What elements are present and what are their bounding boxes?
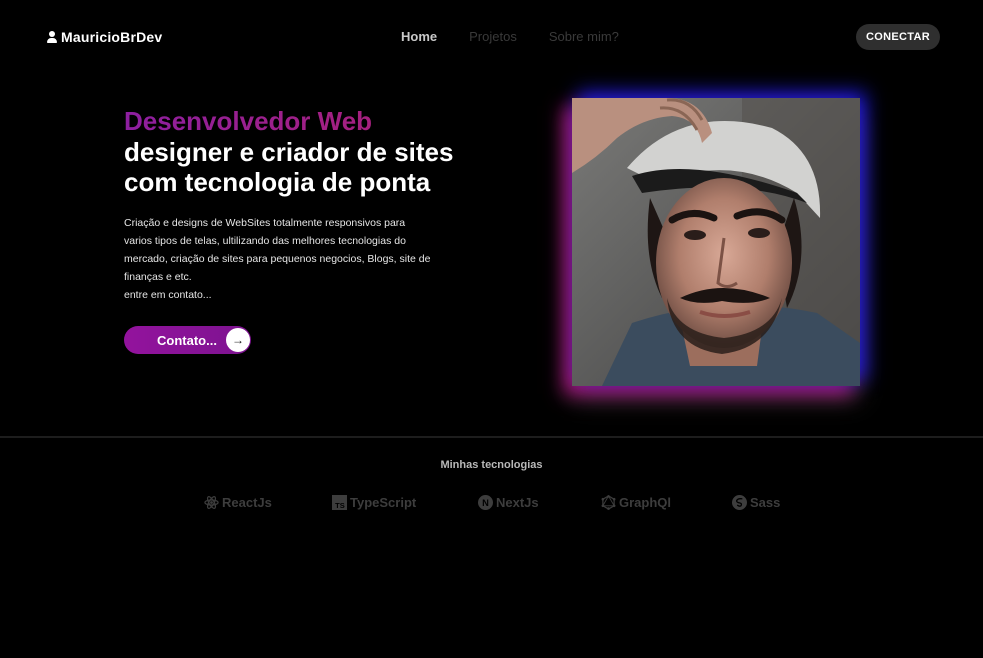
hero-accent-title: Desenvolvedor Web <box>124 106 524 137</box>
tech-item-nextjs: N NextJs <box>478 495 539 510</box>
nav-link-projetos[interactable]: Projetos <box>469 29 517 44</box>
sass-icon <box>732 495 747 510</box>
hero-description-line: varios tipos de telas, ultilizando das m… <box>124 235 406 247</box>
graphql-icon <box>601 495 616 510</box>
tech-item-reactjs: ReactJs <box>204 495 272 510</box>
hero-description: Criação e designs de WebSites totalmente… <box>124 214 454 304</box>
nav-link-home[interactable]: Home <box>401 29 437 44</box>
connect-button[interactable]: CONECTAR <box>856 24 940 50</box>
profile-photo-illustration <box>572 98 860 386</box>
arrow-right-icon: → <box>226 328 250 352</box>
svg-text:TS: TS <box>335 501 345 510</box>
hero-title-line-2: com tecnologia de ponta <box>124 167 431 197</box>
site-logo[interactable]: MauricioBrDev <box>47 29 162 45</box>
logo-text: MauricioBrDev <box>61 29 163 45</box>
technologies-title: Minhas tecnologias <box>440 459 543 471</box>
tech-item-label: TypeScript <box>350 495 417 510</box>
hero-title-line-1: designer e criador de sites <box>124 136 454 167</box>
react-icon <box>204 495 219 510</box>
tech-item-graphql: GraphQl <box>601 495 671 510</box>
tech-item-sass: Sass <box>732 495 780 510</box>
technologies-list: ReactJs TS TypeScript N NextJs GraphQl S… <box>0 495 983 515</box>
tech-item-label: GraphQl <box>619 495 672 510</box>
tech-item-label: ReactJs <box>222 495 272 510</box>
tech-item-label: NextJs <box>496 495 539 510</box>
tech-item-label: Sass <box>750 495 781 510</box>
hero-description-line: Criação e designs de WebSites totalmente… <box>124 217 406 229</box>
hero-description-line: mercado, criação de sites para pequenos … <box>124 253 431 265</box>
section-divider <box>0 436 983 438</box>
user-icon <box>47 31 57 43</box>
profile-photo <box>572 98 860 386</box>
tech-item-typescript: TS TypeScript <box>332 495 416 510</box>
typescript-icon: TS <box>332 495 347 510</box>
hero-title: Desenvolvedor Web designer e criador de … <box>124 106 524 198</box>
svg-text:N: N <box>482 498 489 508</box>
nextjs-icon: N <box>478 495 493 510</box>
nav-link-sobre-mim[interactable]: Sobre mim? <box>549 29 619 44</box>
main-nav: Home Projetos Sobre mim? <box>401 29 619 44</box>
contact-button[interactable]: Contato... → <box>124 326 251 354</box>
hero-description-line: entre em contato... <box>124 289 212 301</box>
top-nav-bar: MauricioBrDev Home Projetos Sobre mim? C… <box>0 0 983 74</box>
contact-button-label: Contato... <box>157 332 217 348</box>
hero-description-line: finanças e etc. <box>124 271 192 283</box>
